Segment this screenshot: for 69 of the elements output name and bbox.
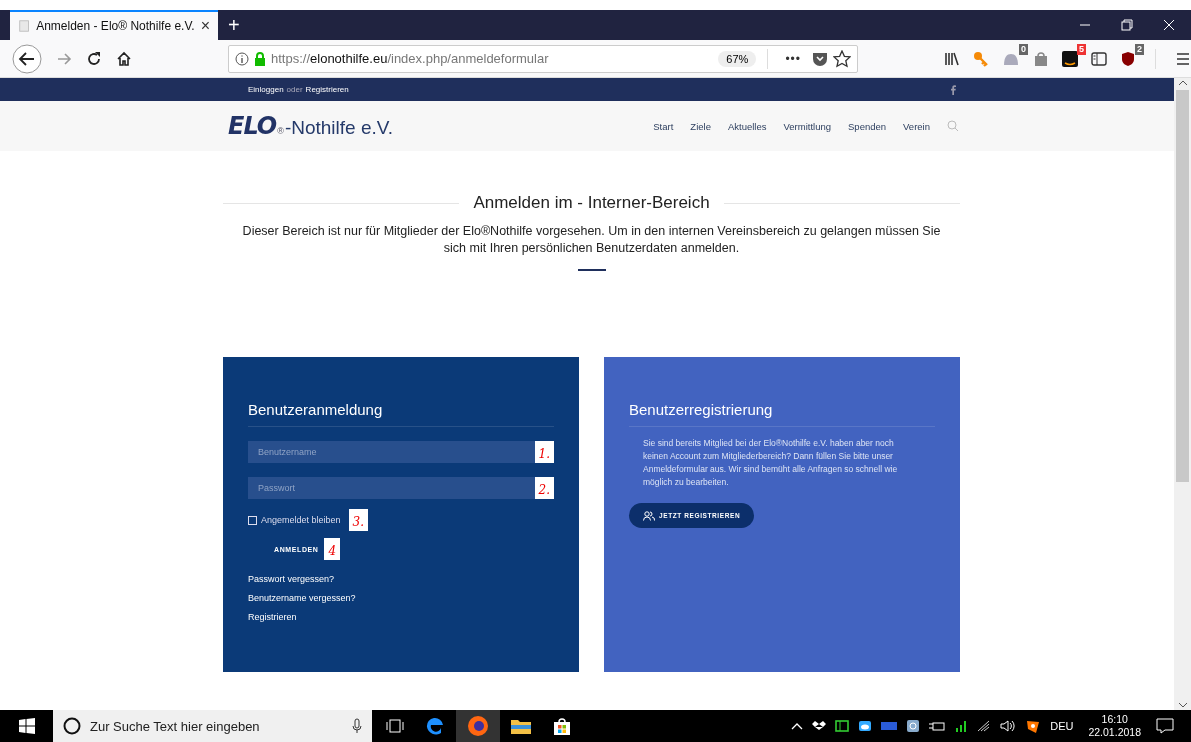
nav-link[interactable]: Ziele: [690, 120, 711, 132]
intro-text: Dieser Bereich ist nur für Mitglieder der Elo®Nothilfe vorgesehen. Um in den internen Vereinsbereich zu gelangen müssen Sie sich mit Ihren persönlichen Benutzerdaten anmelden.: [241, 223, 942, 257]
windows-icon[interactable]: [18, 718, 35, 734]
notification-icon[interactable]: [1156, 718, 1174, 734]
nav-link[interactable]: Vermittlung: [783, 120, 831, 132]
taskbar-search-field[interactable]: Zur Suche Text hier eingeben: [53, 710, 372, 742]
window-app-icon[interactable]: [835, 720, 850, 732]
annotation-mark: 4: [324, 538, 341, 560]
browser-tab[interactable]: Anmelden - Elo® Nothilfe e.V. ×: [10, 10, 218, 40]
account-link[interactable]: Passwort vergessen?: [248, 574, 335, 584]
close-icon[interactable]: [1163, 19, 1175, 31]
restore-icon[interactable]: [1121, 19, 1133, 31]
annotation-mark: 1.: [534, 441, 554, 463]
close-tab-button[interactable]: ×: [200, 17, 210, 35]
folder-icon[interactable]: [510, 717, 532, 735]
nav-link[interactable]: Verein: [903, 120, 930, 132]
address-bar[interactable]: https://elonothilfe.eu/index.php/anmeldeformular 67% •••: [228, 44, 858, 73]
page-heading: Anmelden im - Interner-Bereich: [473, 193, 710, 213]
sidebar-icon[interactable]: [1091, 50, 1107, 67]
url-text: https://elonothilfe.eu/index.php/anmeldeformular: [271, 51, 550, 66]
scroll-down-icon[interactable]: [1177, 700, 1188, 710]
back-icon[interactable]: [12, 43, 42, 74]
badge: 2: [1135, 43, 1144, 55]
users-icon: [643, 510, 655, 521]
username-field[interactable]: Benutzername: [248, 441, 535, 463]
scrollbar[interactable]: [1174, 78, 1191, 710]
chevron-up-icon[interactable]: [791, 721, 804, 731]
bag-icon[interactable]: [1033, 50, 1049, 67]
account-link[interactable]: Benutzername vergessen?: [248, 593, 356, 603]
library-icon[interactable]: [944, 50, 960, 67]
password-field[interactable]: Passwort: [248, 477, 535, 499]
star-icon[interactable]: [833, 49, 851, 68]
clock[interactable]: 16:10 22.01.2018: [1088, 713, 1141, 739]
annotation-mark: 3.: [348, 509, 368, 531]
checkbox-label[interactable]: Angemeldet bleiben: [261, 515, 341, 525]
nav-link[interactable]: Spenden: [848, 120, 887, 132]
microphone-icon[interactable]: [352, 718, 362, 734]
site-logo[interactable]: ELO®-Nothilfe e.V.: [228, 112, 393, 140]
zoom-button[interactable]: 67%: [718, 50, 757, 67]
new-tab-button[interactable]: +: [218, 10, 250, 40]
badge: 5: [1077, 43, 1086, 55]
register-link[interactable]: Registrieren: [305, 85, 349, 94]
shield-icon[interactable]: [1120, 50, 1136, 67]
login-link[interactable]: Einloggen: [248, 85, 284, 94]
account-link[interactable]: Registrieren: [248, 612, 297, 622]
annotation-mark: 2.: [534, 477, 554, 499]
reload-icon[interactable]: [86, 50, 102, 67]
checkbox[interactable]: [248, 515, 257, 525]
home-icon[interactable]: [116, 50, 132, 67]
speaker-icon[interactable]: [1000, 720, 1017, 732]
scroll-up-icon[interactable]: [1177, 78, 1188, 88]
lock-icon[interactable]: [254, 51, 266, 66]
separator-text: oder: [286, 85, 303, 94]
menu-icon[interactable]: [1175, 50, 1191, 67]
task-view-icon[interactable]: [386, 719, 404, 733]
language-indicator[interactable]: DEU: [1050, 720, 1074, 732]
page-icon: [18, 19, 31, 33]
nav-link[interactable]: Start: [653, 120, 674, 132]
panel-title: Benutzerregistrierung: [629, 401, 935, 427]
more-button[interactable]: •••: [779, 50, 807, 67]
forward-icon[interactable]: [56, 50, 72, 67]
signal-icon[interactable]: [954, 719, 969, 733]
nav-link[interactable]: Aktuelles: [727, 120, 767, 132]
panel-title: Benutzeranmeldung: [248, 401, 554, 427]
store-icon[interactable]: [552, 716, 572, 736]
facebook-icon[interactable]: [950, 84, 956, 95]
badge: 0: [1019, 43, 1028, 55]
info-icon[interactable]: [235, 51, 249, 66]
register-text: Sie sind bereits Mitglied bei der Elo®Nothilfe e.V. haben aber noch keinen Account zum Mitgliederbereich? Dann füllen Sie bitte unser Anmeldeformular aus. Wir sind bemüht alle Anfragen so schnell wie möglich zu bearbeiten.: [642, 437, 899, 489]
